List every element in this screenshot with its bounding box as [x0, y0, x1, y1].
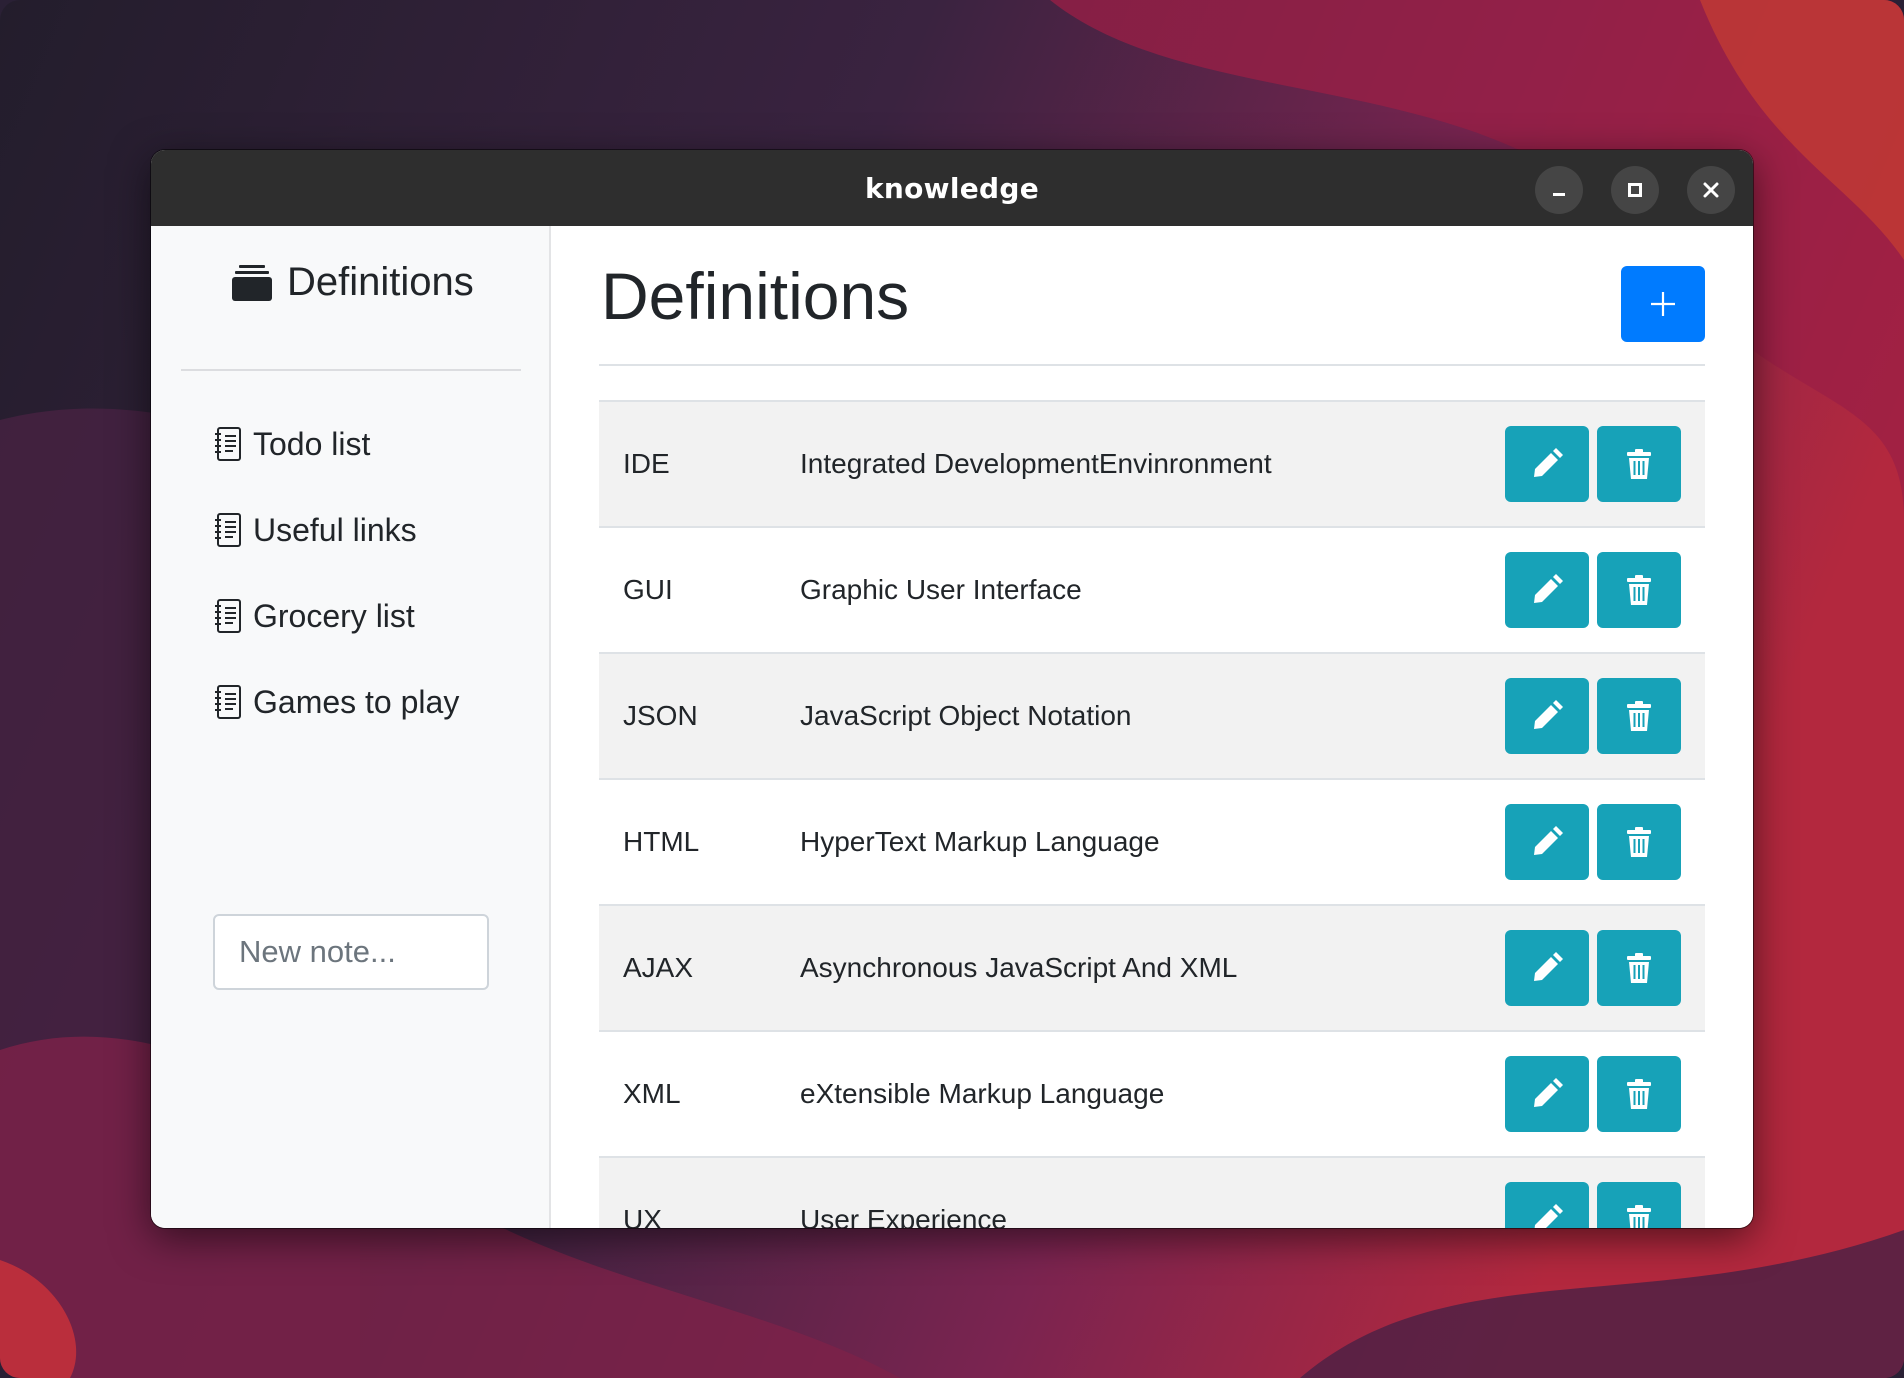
pencil-icon — [1534, 574, 1563, 603]
edit-button[interactable] — [1505, 426, 1589, 502]
edit-button[interactable] — [1505, 1182, 1589, 1228]
sidebar-item-label: Todo list — [253, 425, 371, 462]
sidebar-item-games-to-play[interactable]: Games to play — [213, 659, 459, 745]
journal-icon — [215, 599, 241, 633]
delete-button[interactable] — [1597, 930, 1681, 1006]
table-row: UX User Experience — [599, 1156, 1705, 1228]
sidebar-item-grocery-list[interactable]: Grocery list — [213, 573, 459, 659]
maximize-button[interactable] — [1611, 166, 1659, 214]
pencil-icon — [1534, 700, 1563, 729]
sidebar: Definitions Todo list Useful links Groce… — [151, 226, 551, 1228]
term-cell: HTML — [623, 826, 700, 857]
delete-button[interactable] — [1597, 1182, 1681, 1228]
sidebar-item-todo-list[interactable]: Todo list — [213, 401, 459, 487]
new-note-input[interactable] — [213, 914, 489, 990]
sidebar-item-useful-links[interactable]: Useful links — [213, 487, 459, 573]
journal-icon — [215, 427, 241, 461]
sidebar-item-label: Useful links — [253, 511, 417, 548]
row-actions — [1505, 1056, 1681, 1132]
notes-nav: Todo list Useful links Grocery list Game… — [213, 401, 459, 745]
term-cell: IDE — [623, 448, 670, 479]
table-row: XML eXtensible Markup Language — [599, 1030, 1705, 1156]
journal-icon — [215, 685, 241, 719]
edit-button[interactable] — [1505, 1056, 1589, 1132]
definition-cell: User Experience — [800, 1204, 1007, 1228]
pencil-icon — [1534, 1078, 1563, 1107]
trash-icon — [1627, 1205, 1651, 1228]
pencil-icon — [1534, 448, 1563, 477]
term-cell: JSON — [623, 700, 698, 731]
table-row: AJAX Asynchronous JavaScript And XML — [599, 904, 1705, 1030]
minimize-button[interactable] — [1535, 166, 1583, 214]
trash-icon — [1627, 575, 1651, 605]
delete-button[interactable] — [1597, 678, 1681, 754]
definition-cell: JavaScript Object Notation — [800, 700, 1132, 731]
definition-cell: Asynchronous JavaScript And XML — [800, 952, 1238, 983]
title-bar[interactable]: knowledge — [151, 150, 1753, 226]
pencil-icon — [1534, 1204, 1563, 1228]
row-actions — [1505, 426, 1681, 502]
definitions-table: IDE Integrated DevelopmentEnvinronment G… — [599, 400, 1705, 1228]
window-controls — [1535, 166, 1735, 214]
sidebar-item-label: Grocery list — [253, 597, 415, 634]
trash-icon — [1627, 1079, 1651, 1109]
row-actions — [1505, 804, 1681, 880]
plus-icon — [1651, 292, 1675, 316]
row-actions — [1505, 552, 1681, 628]
term-cell: XML — [623, 1078, 681, 1109]
term-cell: GUI — [623, 574, 673, 605]
trash-icon — [1627, 449, 1651, 479]
definition-cell: HyperText Markup Language — [800, 826, 1160, 857]
row-actions — [1505, 930, 1681, 1006]
sidebar-brand-label: Definitions — [287, 260, 474, 304]
close-icon — [1703, 182, 1719, 198]
app-content: Definitions Todo list Useful links Groce… — [151, 226, 1753, 1228]
delete-button[interactable] — [1597, 552, 1681, 628]
edit-button[interactable] — [1505, 930, 1589, 1006]
sidebar-divider — [181, 369, 521, 371]
sidebar-brand[interactable]: Definitions — [231, 260, 474, 305]
sidebar-item-label: Games to play — [253, 683, 460, 720]
table-row: IDE Integrated DevelopmentEnvinronment — [599, 400, 1705, 526]
edit-button[interactable] — [1505, 678, 1589, 754]
table-row: GUI Graphic User Interface — [599, 526, 1705, 652]
trash-icon — [1627, 827, 1651, 857]
window-title: knowledge — [864, 171, 1040, 205]
app-window: knowledge Definitions Todo list Useful l… — [151, 150, 1753, 1228]
table-row: HTML HyperText Markup Language — [599, 778, 1705, 904]
term-cell: UX — [623, 1204, 662, 1228]
edit-button[interactable] — [1505, 804, 1589, 880]
delete-button[interactable] — [1597, 1056, 1681, 1132]
pencil-icon — [1534, 826, 1563, 855]
pencil-icon — [1534, 952, 1563, 981]
table-row: JSON JavaScript Object Notation — [599, 652, 1705, 778]
row-actions — [1505, 1182, 1681, 1228]
edit-button[interactable] — [1505, 552, 1589, 628]
title-divider — [599, 364, 1705, 366]
main-panel: Definitions IDE Integrated DevelopmentEn… — [551, 226, 1753, 1228]
close-button[interactable] — [1687, 166, 1735, 214]
definition-cell: eXtensible Markup Language — [800, 1078, 1165, 1109]
definition-cell: Graphic User Interface — [800, 574, 1082, 605]
folder-stack-icon — [232, 264, 272, 301]
trash-icon — [1627, 701, 1651, 731]
page-title: Definitions — [601, 259, 910, 333]
delete-button[interactable] — [1597, 426, 1681, 502]
minimize-icon — [1553, 193, 1565, 196]
delete-button[interactable] — [1597, 804, 1681, 880]
trash-icon — [1627, 953, 1651, 983]
term-cell: AJAX — [623, 952, 694, 983]
maximize-icon — [1628, 183, 1642, 197]
journal-icon — [215, 513, 241, 547]
add-definition-button[interactable] — [1621, 266, 1705, 342]
row-actions — [1505, 678, 1681, 754]
definition-cell: Integrated DevelopmentEnvinronment — [800, 448, 1272, 479]
